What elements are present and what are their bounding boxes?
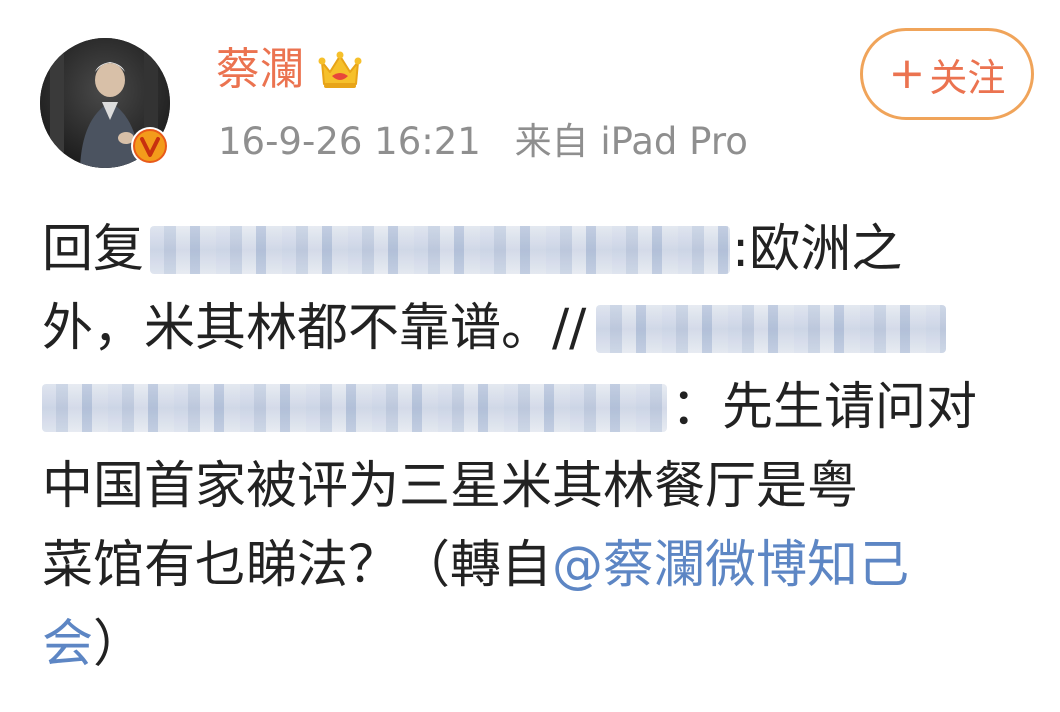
body-text: ） (93, 615, 145, 674)
post-body: 回复 :欧洲之 外，米其林都不靠谱。// ：先生请问对 中国首家被评为三星米其林… (42, 210, 1032, 684)
body-line-2: 外，米其林都不靠谱。// (42, 289, 1032, 368)
verified-icon (130, 126, 170, 166)
body-text: :欧洲之 (732, 220, 903, 279)
body-line-6: 会 ） (42, 605, 1032, 684)
username[interactable]: 蔡瀾 (216, 40, 304, 100)
reply-prefix: 回复 (42, 220, 145, 279)
body-text: 菜馆有乜睇法？（轉自 (42, 536, 553, 595)
crown-icon[interactable] (316, 46, 364, 94)
follow-button[interactable]: + 关注 (860, 28, 1034, 120)
redacted-username (42, 383, 667, 432)
post-source: 来自 iPad Pro (514, 120, 748, 163)
redacted-username (150, 225, 731, 274)
body-text: 外，米其林都不靠谱。// (42, 299, 587, 358)
body-line-3: ：先生请问对 (42, 368, 1032, 447)
follow-label: 关注 (929, 55, 1006, 100)
plus-icon: + (888, 48, 926, 99)
body-line-1: 回复 :欧洲之 (42, 210, 1032, 289)
avatar-container[interactable] (40, 38, 170, 168)
post-meta: 16-9-26 16:21 来自 iPad Pro (218, 118, 748, 166)
post-timestamp: 16-9-26 16:21 (218, 120, 481, 163)
mention-link[interactable]: @蔡瀾微博知己 (552, 526, 909, 605)
body-text: ：先生请问对 (671, 378, 978, 437)
body-line-5: 菜馆有乜睇法？（轉自 @蔡瀾微博知己 (42, 526, 1032, 605)
mention-link-continued[interactable]: 会 (42, 605, 93, 684)
body-text: 中国首家被评为三星米其林餐厅是粤 (42, 457, 859, 516)
username-row: 蔡瀾 (216, 40, 364, 100)
redacted-username (596, 304, 947, 353)
body-line-4: 中国首家被评为三星米其林餐厅是粤 (42, 447, 1032, 526)
